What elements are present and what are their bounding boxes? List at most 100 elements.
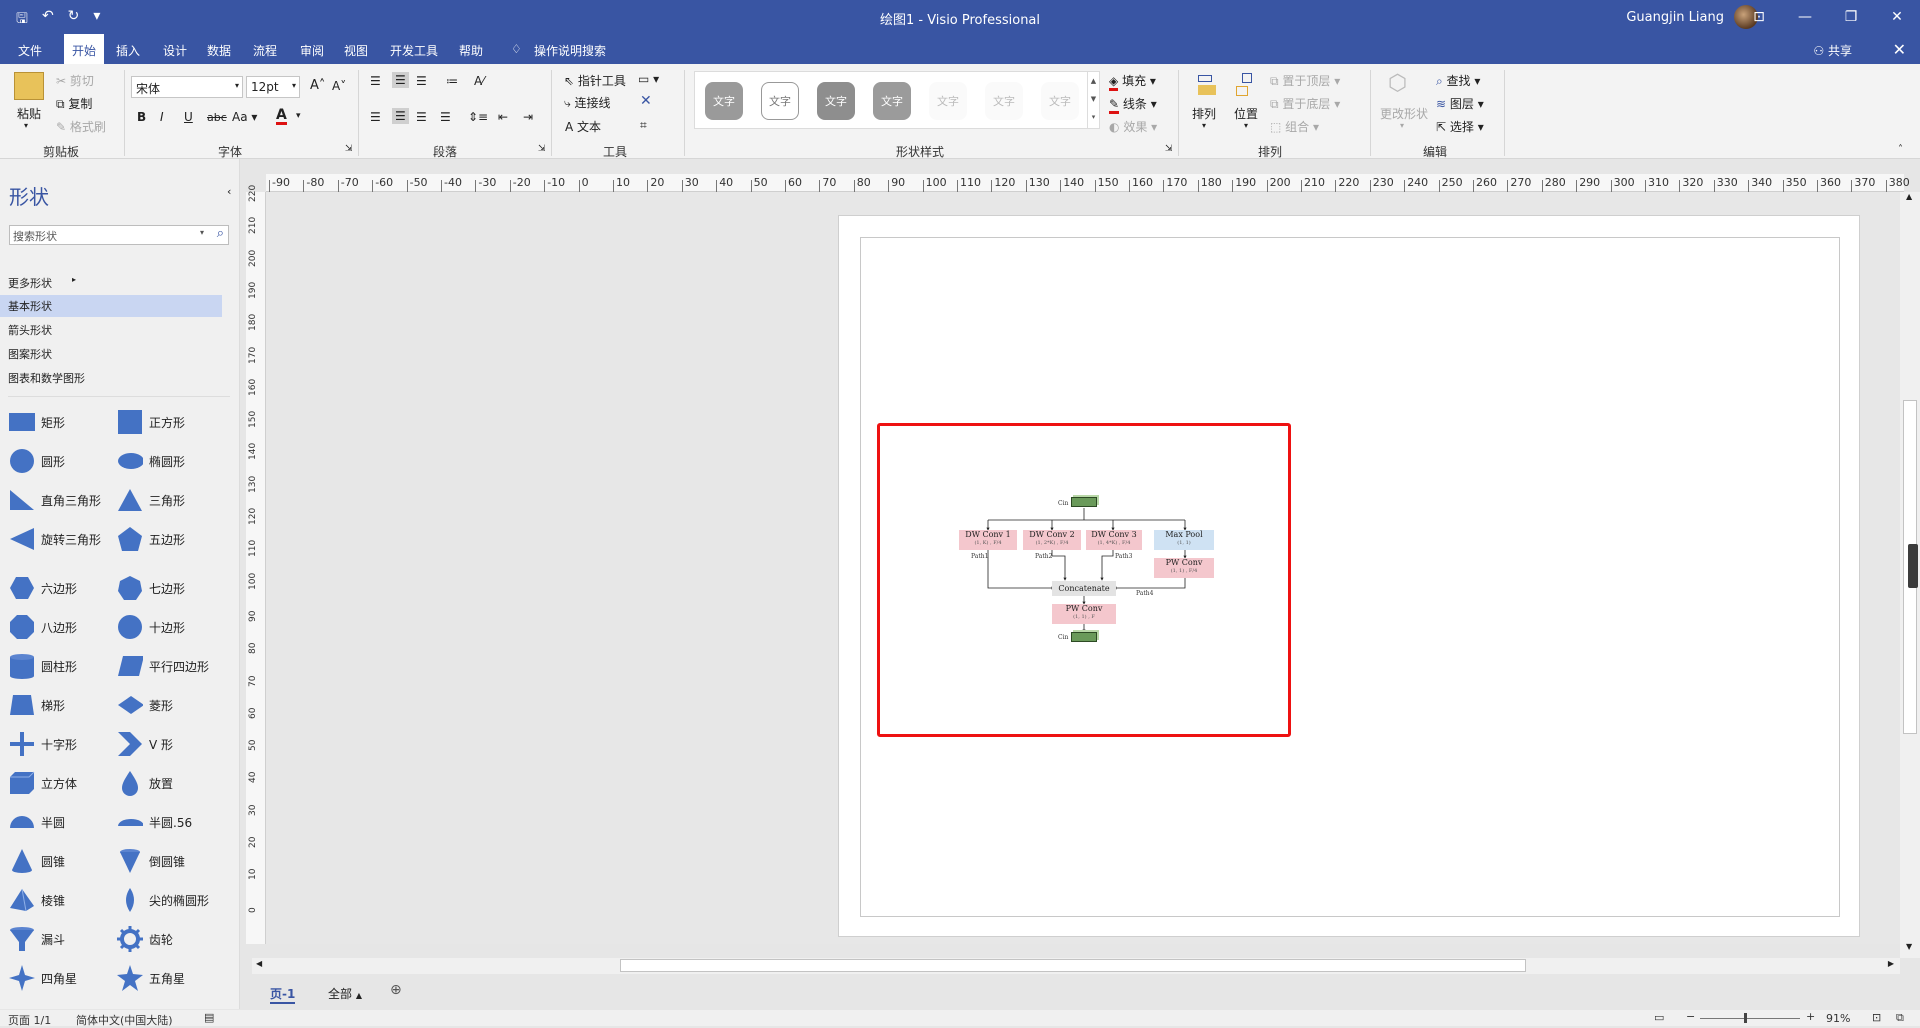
- tab-design[interactable]: 设计: [163, 42, 187, 59]
- node-dw-conv-1[interactable]: DW Conv 1 (1, K) , F/4: [959, 530, 1017, 550]
- justify-icon[interactable]: ☰: [440, 110, 451, 124]
- paragraph-dialog-launcher-icon[interactable]: ⇲: [538, 144, 546, 154]
- style-swatch-4[interactable]: 文字: [873, 82, 911, 120]
- position-button[interactable]: 位置: [1234, 105, 1258, 122]
- increase-indent-icon[interactable]: ⇥: [523, 110, 533, 124]
- shape-heptagon[interactable]: 七边形: [117, 575, 185, 601]
- shape-circle[interactable]: 圆形: [9, 448, 65, 474]
- align-middle-icon[interactable]: ☰: [392, 72, 409, 88]
- pointer-tool-button[interactable]: ⇖ 指针工具: [564, 72, 626, 89]
- shape-triangle[interactable]: 三角形: [117, 487, 185, 513]
- scroll-left-icon[interactable]: ◀: [256, 959, 262, 968]
- node-dw-conv-3[interactable]: DW Conv 3 (1, 4*K) , F/4: [1086, 530, 1142, 550]
- font-color-dropdown-icon[interactable]: ▾: [296, 111, 301, 121]
- fill-button[interactable]: ◈ 填充 ▾: [1109, 72, 1156, 91]
- search-icon[interactable]: ⌕: [217, 226, 224, 241]
- zoom-level[interactable]: 91%: [1826, 1012, 1850, 1025]
- tab-process[interactable]: 流程: [253, 42, 277, 59]
- tab-insert[interactable]: 插入: [116, 42, 140, 59]
- add-page-icon[interactable]: ⊕: [390, 982, 402, 998]
- switch-windows-icon[interactable]: ⧉: [1896, 1011, 1904, 1025]
- shape-trapezoid[interactable]: 梯形: [9, 692, 65, 718]
- style-swatch-2[interactable]: 文字: [761, 82, 799, 120]
- shape-funnel[interactable]: 漏斗: [9, 926, 65, 952]
- select-button[interactable]: ⇱ 选择 ▾: [1436, 118, 1484, 135]
- minimize-button[interactable]: —: [1782, 0, 1828, 34]
- shape-pyramid[interactable]: 棱锥: [9, 887, 65, 913]
- chevron-down-icon[interactable]: ▾: [200, 228, 204, 237]
- align-right-icon[interactable]: ☰: [416, 110, 427, 124]
- shape-ellipse[interactable]: 椭圆形: [117, 448, 185, 474]
- text-tool-button[interactable]: A 文本: [565, 118, 601, 135]
- tab-page-1[interactable]: 页-1: [270, 985, 296, 1004]
- shape-inverted-cone[interactable]: 倒圆锥: [117, 848, 185, 874]
- style-swatch-1[interactable]: 文字: [705, 82, 743, 120]
- shape-teardrop[interactable]: 放置: [117, 770, 173, 796]
- user-name[interactable]: Guangjin Liang: [1626, 10, 1724, 25]
- format-painter-button[interactable]: ✎ 格式刷: [56, 118, 106, 135]
- crop-icon[interactable]: ⌗: [640, 118, 647, 133]
- stencil-arrow-shapes[interactable]: 箭头形状: [0, 319, 222, 341]
- node-pw-conv-2[interactable]: PW Conv (1, 1) , F: [1052, 604, 1116, 624]
- text-direction-icon[interactable]: A⁄: [474, 74, 484, 88]
- node-concatenate[interactable]: Concatenate: [1052, 581, 1116, 596]
- presentation-mode-icon[interactable]: ▭: [1654, 1011, 1664, 1024]
- shape-cube[interactable]: 立方体: [9, 770, 77, 796]
- style-swatch-5[interactable]: 文字: [929, 82, 967, 120]
- restore-button[interactable]: ❐: [1828, 0, 1874, 34]
- copy-button[interactable]: ⧉ 复制: [56, 95, 92, 112]
- line-button[interactable]: ✎ 线条 ▾: [1109, 95, 1157, 114]
- zoom-out-icon[interactable]: −: [1686, 1010, 1695, 1023]
- shape-cross[interactable]: 十字形: [9, 731, 77, 757]
- scroll-down-icon[interactable]: ▼: [1906, 942, 1912, 951]
- align-dropdown-icon[interactable]: ▾: [1202, 121, 1206, 130]
- align-center-icon[interactable]: ☰: [392, 108, 409, 124]
- shape-parallelogram[interactable]: 平行四边形: [117, 653, 209, 679]
- change-shape-dropdown-icon[interactable]: ▾: [1400, 121, 1404, 130]
- scroll-up-icon[interactable]: ▲: [1906, 192, 1912, 201]
- fit-page-icon[interactable]: ⊡: [1872, 1011, 1881, 1024]
- italic-button[interactable]: I: [160, 110, 164, 124]
- shape-hexagon[interactable]: 六边形: [9, 575, 77, 601]
- align-top-icon[interactable]: ☰: [370, 74, 381, 88]
- paste-button[interactable]: 粘贴: [17, 105, 41, 122]
- bullets-icon[interactable]: ≔: [446, 74, 458, 88]
- shape-semicircle-56[interactable]: 半圆.56: [117, 809, 192, 835]
- line-spacing-icon[interactable]: ⇕≡: [468, 110, 488, 124]
- zoom-slider[interactable]: [1700, 1018, 1800, 1019]
- bring-to-front-button[interactable]: ⧉ 置于顶层 ▾: [1270, 72, 1340, 89]
- align-button[interactable]: 排列: [1192, 105, 1216, 122]
- vertical-scrollbar[interactable]: ▲ ▼: [1900, 192, 1920, 958]
- effects-button[interactable]: ◐ 效果 ▾: [1109, 118, 1157, 135]
- align-left-icon[interactable]: ☰: [370, 110, 381, 124]
- shape-cone[interactable]: 圆锥: [9, 848, 65, 874]
- font-size-combo[interactable]: 12pt ▾: [246, 76, 300, 98]
- cut-button[interactable]: ✂ 剪切: [56, 72, 94, 89]
- shape-octagon[interactable]: 八边形: [9, 614, 77, 640]
- stencil-chart-math-shapes[interactable]: 图表和数学图形: [0, 367, 222, 389]
- connector-tool-button[interactable]: ⤷ 连接线: [564, 94, 611, 111]
- shape-cylinder[interactable]: 圆柱形: [9, 653, 77, 679]
- tab-all-pages[interactable]: 全部 ▲: [328, 985, 362, 1002]
- shape-rotated-triangle[interactable]: 旋转三角形: [9, 526, 101, 552]
- decrease-indent-icon[interactable]: ⇤: [498, 110, 508, 124]
- strikethrough-button[interactable]: abc: [207, 111, 227, 124]
- send-to-back-button[interactable]: ⧉ 置于底层 ▾: [1270, 95, 1340, 112]
- node-max-pool[interactable]: Max Pool (1, 1): [1154, 530, 1214, 550]
- paste-dropdown-icon[interactable]: ▾: [24, 121, 28, 130]
- horizontal-scrollbar[interactable]: ◀ ▶: [252, 958, 1900, 974]
- tab-view[interactable]: 视图: [344, 42, 368, 59]
- close-button[interactable]: ✕: [1874, 0, 1920, 34]
- shape-five-point-star[interactable]: 五角星: [117, 965, 185, 991]
- scroll-right-icon[interactable]: ▶: [1888, 959, 1894, 968]
- stencil-pattern-shapes[interactable]: 图案形状: [0, 343, 222, 365]
- change-shape-button[interactable]: 更改形状: [1380, 105, 1428, 122]
- style-swatch-7[interactable]: 文字: [1041, 82, 1079, 120]
- group-button[interactable]: ⬚ 组合 ▾: [1270, 118, 1319, 135]
- shape-pentagon[interactable]: 五边形: [117, 526, 185, 552]
- horizontal-scroll-thumb[interactable]: [620, 959, 1526, 972]
- tab-help[interactable]: 帮助: [459, 42, 483, 59]
- panel-handle[interactable]: [1908, 544, 1918, 588]
- collapse-panel-icon[interactable]: ‹: [227, 185, 231, 198]
- grow-font-icon[interactable]: A˄: [310, 78, 325, 93]
